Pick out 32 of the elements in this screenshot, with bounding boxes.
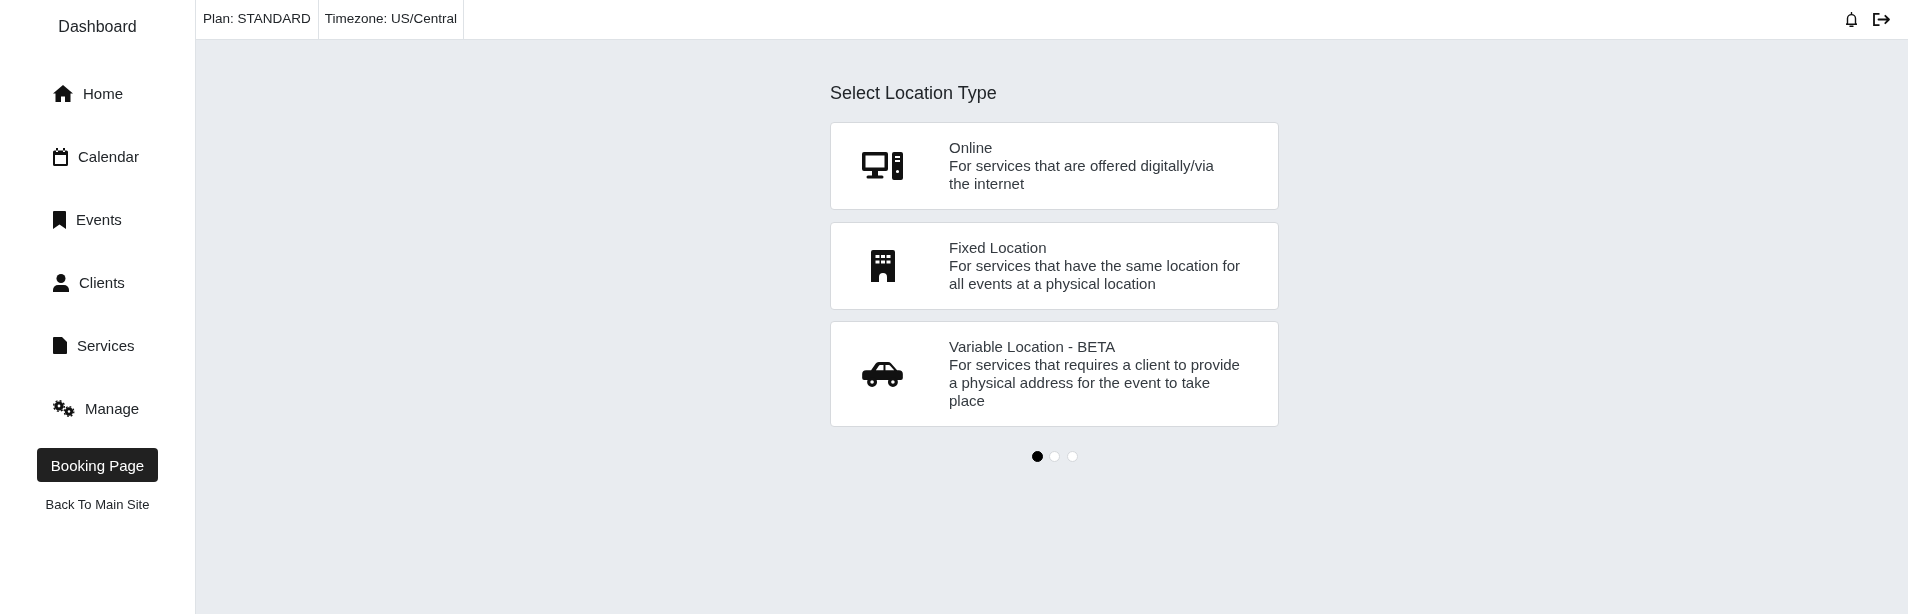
- back-to-main-site-link[interactable]: Back To Main Site: [45, 497, 150, 513]
- gears-icon: [53, 400, 75, 417]
- option-description: For services that requires a client to provide a physical address for the event to take place: [949, 356, 1240, 410]
- timezone-label: Timezone: US/Central: [318, 0, 465, 39]
- dashboard-title: Dashboard: [58, 17, 137, 37]
- car-icon: [862, 361, 903, 387]
- sidebar-nav-link[interactable]: Services: [53, 336, 135, 355]
- option-description: For services that are offered digitally/via the internet: [949, 157, 1214, 193]
- option-description: For services that have the same location for all events at a physical location: [949, 256, 1240, 293]
- location-option-card[interactable]: Variable Location - BETA For services that requires a client to provide a physical address for the event to take place: [830, 321, 1279, 427]
- logout-icon[interactable]: [1873, 13, 1891, 26]
- section-heading: Select Location Type: [830, 82, 997, 105]
- option-title: Online: [949, 139, 993, 157]
- option-title: Variable Location - BETA: [949, 338, 1116, 356]
- house-icon: [53, 85, 73, 102]
- desktop-computer-icon: [862, 152, 903, 180]
- sidebar-nav-link[interactable]: Calendar: [53, 147, 139, 166]
- bookmark-icon: [53, 210, 66, 229]
- option-title: Fixed Location: [949, 238, 1047, 257]
- bell-icon[interactable]: [1846, 12, 1857, 27]
- sidebar-nav-link[interactable]: Home: [53, 84, 123, 103]
- calendar-icon: [53, 147, 68, 166]
- sidebar-nav-link[interactable]: Manage: [53, 399, 140, 418]
- location-option-card[interactable]: Fixed Location For services that have the same location for all events at a physical location: [830, 221, 1279, 310]
- document-icon: [53, 337, 67, 354]
- plan-label: Plan: STANDARD: [196, 0, 319, 39]
- booking-page-button[interactable]: Booking Page: [36, 448, 159, 482]
- sidebar-nav-link[interactable]: Clients: [53, 273, 125, 292]
- building-icon: [870, 249, 895, 282]
- person-icon: [53, 273, 69, 292]
- location-option-card[interactable]: Online For services that are offered digitally/via the internet: [830, 122, 1279, 210]
- sidebar-nav-link[interactable]: Events: [53, 210, 122, 229]
